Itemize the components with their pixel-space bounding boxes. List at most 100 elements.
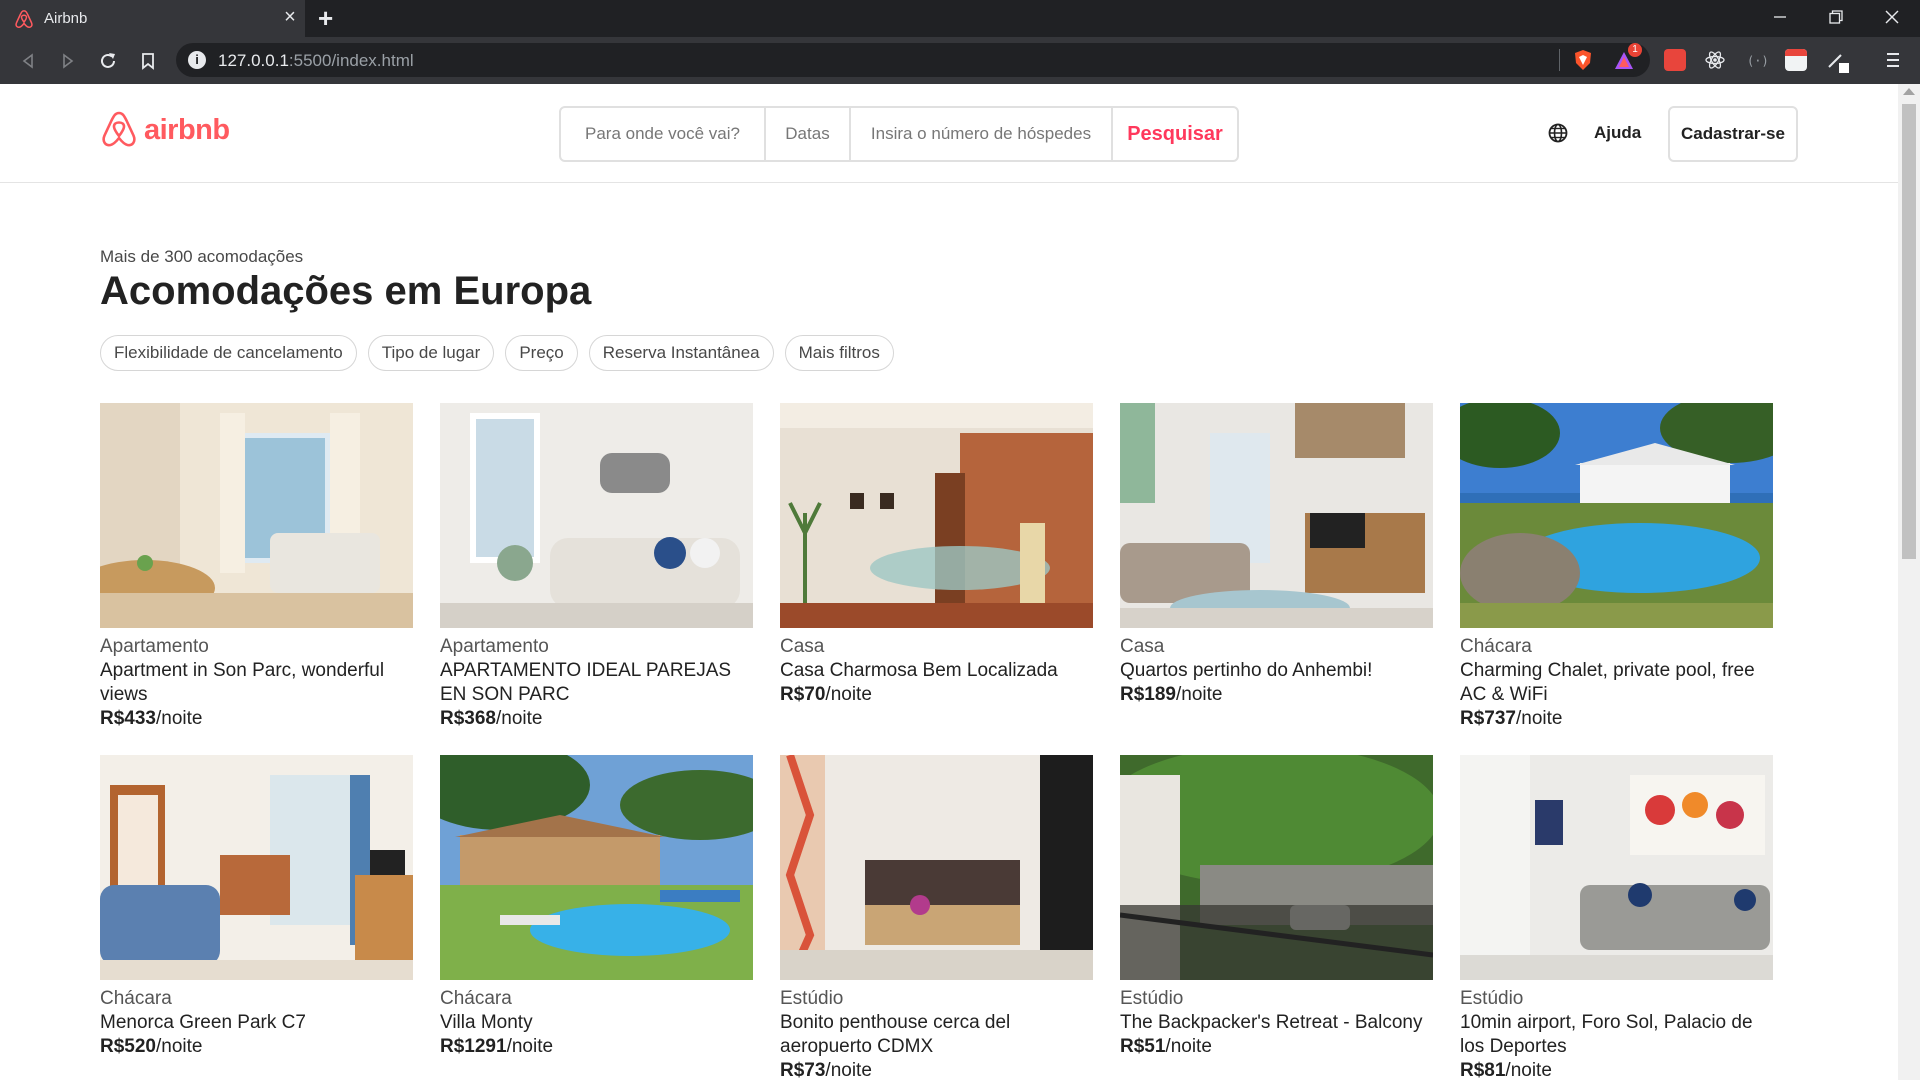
search-button[interactable]: Pesquisar bbox=[1113, 108, 1237, 160]
site-header: airbnb Para onde você vai? Datas Insira … bbox=[0, 84, 1898, 183]
listing-name[interactable]: Bonito penthouse cerca del aeropuerto CD… bbox=[780, 1011, 1094, 1059]
listing-photo[interactable] bbox=[440, 755, 753, 980]
listing-name[interactable]: Villa Monty bbox=[440, 1011, 754, 1035]
back-icon[interactable] bbox=[12, 45, 44, 77]
listing-photo[interactable] bbox=[780, 403, 1093, 628]
scroll-up-arrow-icon[interactable] bbox=[1903, 88, 1915, 95]
minimize-icon[interactable] bbox=[1752, 0, 1808, 37]
listing-card[interactable]: Chácara Menorca Green Park C7 R$520/noit… bbox=[100, 755, 414, 1059]
browser-tab-bar: Airbnb × + bbox=[0, 0, 1920, 37]
listing-type: Chácara bbox=[440, 988, 512, 1009]
notification-badge: 1 bbox=[1628, 43, 1642, 57]
dates-input[interactable]: Datas bbox=[766, 108, 851, 160]
address-bar[interactable]: i 127.0.0.1:5500/index.html bbox=[176, 43, 1650, 77]
guests-input[interactable]: Insira o número de hóspedes bbox=[851, 108, 1113, 160]
listing-photo[interactable] bbox=[1120, 403, 1433, 628]
listing-name[interactable]: 10min airport, Foro Sol, Palacio de los … bbox=[1460, 1011, 1774, 1059]
results-count: Mais de 300 acomodações bbox=[100, 247, 304, 266]
listing-type: Chácara bbox=[100, 988, 172, 1009]
price-unit: /noite bbox=[156, 1036, 203, 1057]
listing-price: R$737/noite bbox=[1460, 707, 1774, 731]
where-input[interactable]: Para onde você vai? bbox=[561, 108, 766, 160]
browser-toolbar: i 127.0.0.1:5500/index.html 1 (·) bbox=[0, 37, 1920, 84]
listing-price: R$1291/noite bbox=[440, 1035, 754, 1059]
listing-card[interactable]: Chácara Villa Monty R$1291/noite bbox=[440, 755, 754, 1059]
menu-icon[interactable] bbox=[1882, 49, 1904, 71]
listing-type: Chácara bbox=[1460, 636, 1532, 657]
listing-price: R$368/noite bbox=[440, 707, 754, 731]
listing-card[interactable]: Estúdio 10min airport, Foro Sol, Palacio… bbox=[1460, 755, 1774, 1080]
page-content: airbnb Para onde você vai? Datas Insira … bbox=[0, 84, 1898, 1080]
listing-photo[interactable] bbox=[1120, 755, 1433, 980]
code-extension-icon[interactable]: (·) bbox=[1745, 49, 1769, 71]
forward-icon[interactable] bbox=[52, 45, 84, 77]
url-path: :5500/index.html bbox=[288, 51, 414, 70]
bookmark-icon[interactable] bbox=[132, 45, 164, 77]
close-window-icon[interactable] bbox=[1864, 0, 1920, 37]
listing-name[interactable]: Menorca Green Park C7 bbox=[100, 1011, 414, 1035]
airbnb-favicon-icon bbox=[15, 10, 33, 28]
svg-text:(·): (·) bbox=[1747, 54, 1767, 68]
extension-icon[interactable] bbox=[1664, 49, 1686, 71]
brave-rewards-icon[interactable]: 1 bbox=[1614, 43, 1642, 71]
listing-photo[interactable] bbox=[100, 755, 413, 980]
listing-name[interactable]: APARTAMENTO IDEAL PAREJAS EN SON PARC bbox=[440, 659, 754, 707]
url-host: 127.0.0.1 bbox=[218, 51, 289, 70]
listing-price: R$51/noite bbox=[1120, 1035, 1434, 1059]
listing-photo[interactable] bbox=[1460, 755, 1773, 980]
listing-photo[interactable] bbox=[440, 403, 753, 628]
globe-icon[interactable] bbox=[1547, 122, 1569, 144]
filter-instant-book[interactable]: Reserva Instantânea bbox=[588, 335, 774, 371]
listing-name[interactable]: Charming Chalet, private pool, free AC &… bbox=[1460, 659, 1774, 707]
listing-card[interactable]: Casa Casa Charmosa Bem Localizada R$70/n… bbox=[780, 403, 1094, 707]
price-unit: /noite bbox=[1176, 684, 1223, 705]
brave-shield-icon[interactable] bbox=[1572, 49, 1594, 71]
listing-type: Estúdio bbox=[1120, 988, 1184, 1009]
filter-price[interactable]: Preço bbox=[505, 335, 578, 371]
listing-name[interactable]: Casa Charmosa Bem Localizada bbox=[780, 659, 1094, 683]
signup-button[interactable]: Cadastrar-se bbox=[1668, 106, 1798, 162]
new-tab-button[interactable]: + bbox=[318, 4, 333, 32]
listing-type: Casa bbox=[780, 636, 825, 657]
price-value: R$189 bbox=[1120, 684, 1176, 705]
restore-icon[interactable] bbox=[1808, 0, 1864, 37]
listing-type: Casa bbox=[1120, 636, 1165, 657]
price-value: R$737 bbox=[1460, 708, 1516, 729]
price-value: R$70 bbox=[780, 684, 826, 705]
filter-cancellation[interactable]: Flexibilidade de cancelamento bbox=[100, 335, 357, 371]
filter-place-type[interactable]: Tipo de lugar bbox=[367, 335, 495, 371]
logo-text: airbnb bbox=[144, 113, 230, 146]
react-devtools-icon[interactable] bbox=[1704, 49, 1726, 71]
listing-type: Apartamento bbox=[100, 636, 209, 657]
toolbar-divider bbox=[1559, 49, 1560, 71]
notes-extension-icon[interactable] bbox=[1785, 49, 1807, 71]
pen-extension-icon[interactable] bbox=[1826, 49, 1849, 73]
price-value: R$1291 bbox=[440, 1036, 507, 1057]
help-link[interactable]: Ajuda bbox=[1594, 123, 1641, 143]
listing-price: R$81/noite bbox=[1460, 1059, 1774, 1080]
reload-icon[interactable] bbox=[92, 45, 124, 77]
listing-photo[interactable] bbox=[100, 403, 413, 628]
filter-bar: Flexibilidade de cancelamento Tipo de lu… bbox=[100, 335, 905, 371]
scrollbar-thumb[interactable] bbox=[1902, 104, 1916, 559]
listing-name[interactable]: Quartos pertinho do Anhembi! bbox=[1120, 659, 1434, 683]
listing-card[interactable]: Apartamento Apartment in Son Parc, wonde… bbox=[100, 403, 414, 731]
listing-card[interactable]: Estúdio The Backpacker's Retreat - Balco… bbox=[1120, 755, 1434, 1059]
browser-tab[interactable]: Airbnb × bbox=[0, 0, 305, 37]
listing-photo[interactable] bbox=[780, 755, 1093, 980]
site-info-icon[interactable]: i bbox=[188, 51, 206, 69]
price-value: R$433 bbox=[100, 708, 156, 729]
listing-name[interactable]: Apartment in Son Parc, wonderful views bbox=[100, 659, 414, 707]
listing-card[interactable]: Casa Quartos pertinho do Anhembi! R$189/… bbox=[1120, 403, 1434, 707]
page-title: Acomodações em Europa bbox=[100, 269, 592, 313]
filter-more[interactable]: Mais filtros bbox=[784, 335, 894, 371]
price-unit: /noite bbox=[825, 684, 872, 705]
listing-card[interactable]: Chácara Charming Chalet, private pool, f… bbox=[1460, 403, 1774, 731]
tab-close-icon[interactable]: × bbox=[280, 6, 300, 28]
airbnb-logo[interactable]: airbnb bbox=[100, 110, 230, 150]
listing-photo[interactable] bbox=[1460, 403, 1773, 628]
listing-name[interactable]: The Backpacker's Retreat - Balcony bbox=[1120, 1011, 1434, 1035]
listing-type: Apartamento bbox=[440, 636, 549, 657]
listing-card[interactable]: Estúdio Bonito penthouse cerca del aerop… bbox=[780, 755, 1094, 1080]
listing-card[interactable]: Apartamento APARTAMENTO IDEAL PAREJAS EN… bbox=[440, 403, 754, 731]
